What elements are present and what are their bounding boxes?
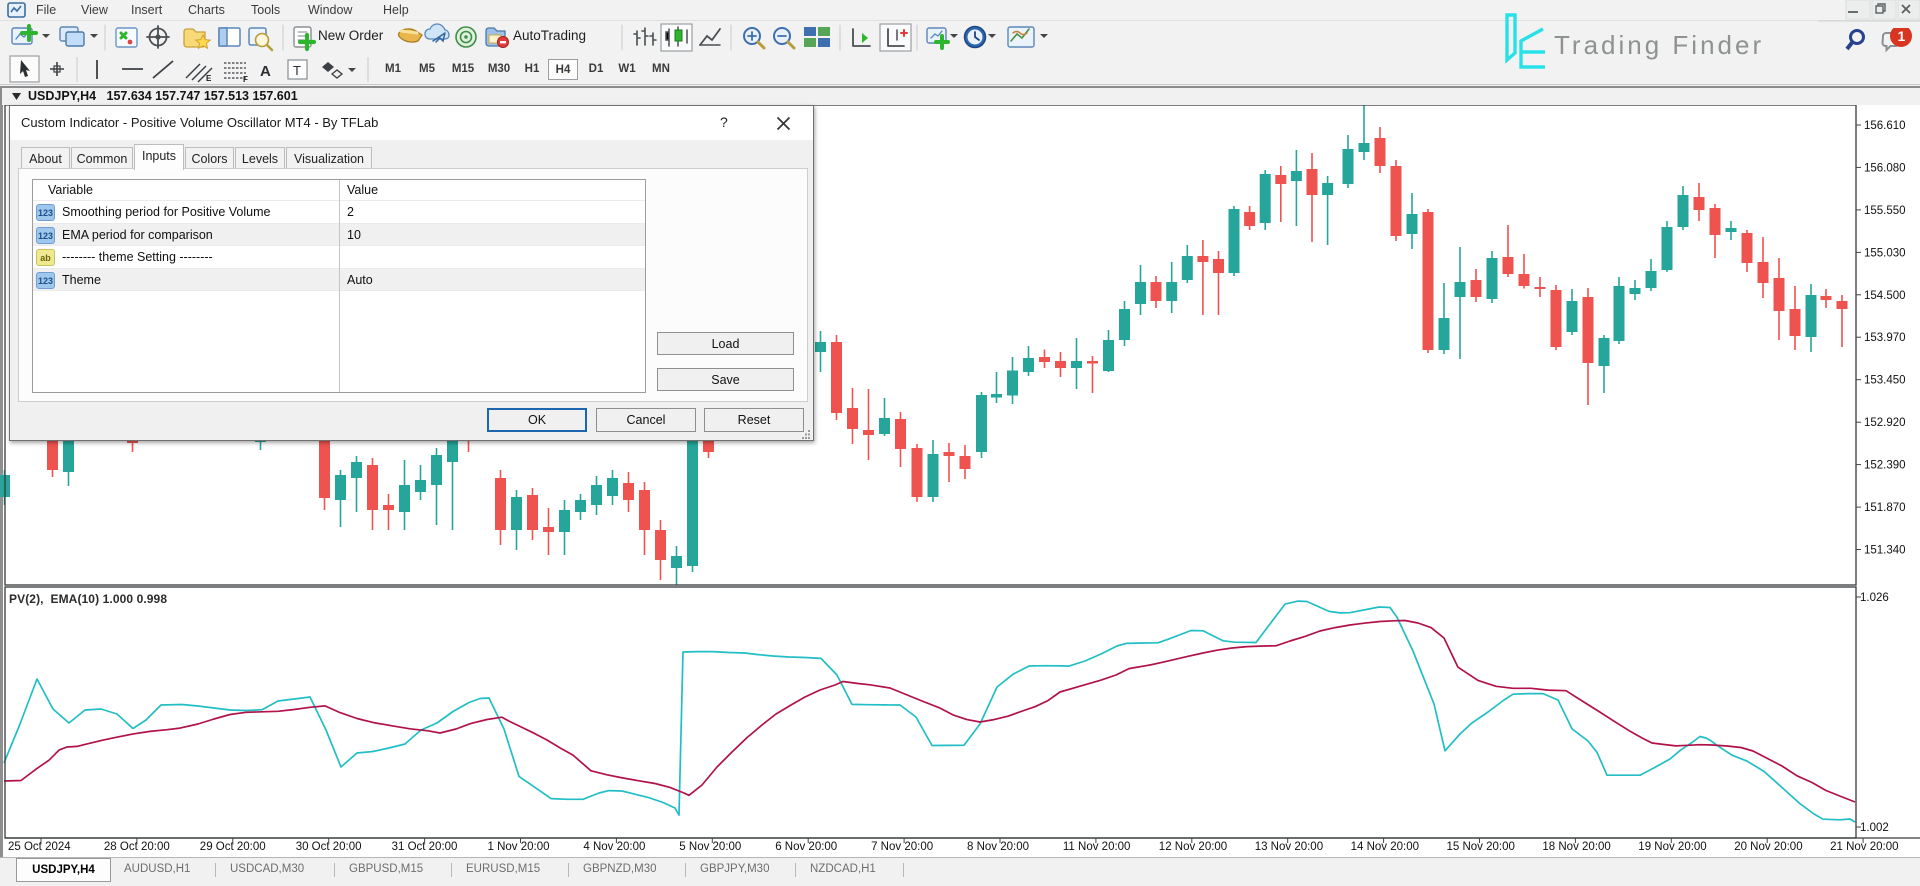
svg-text:6 Nov 20:00: 6 Nov 20:00: [775, 841, 837, 853]
svg-text:14 Nov 20:00: 14 Nov 20:00: [1351, 841, 1419, 853]
svg-text:7 Nov 20:00: 7 Nov 20:00: [871, 841, 933, 853]
svg-text:18 Nov 20:00: 18 Nov 20:00: [1542, 841, 1610, 853]
svg-text:1.026: 1.026: [1860, 592, 1889, 604]
svg-text:20 Nov 20:00: 20 Nov 20:00: [1734, 841, 1802, 853]
svg-text:F: F: [243, 75, 248, 84]
svg-text:E: E: [206, 74, 212, 83]
svg-text:156.610: 156.610: [1864, 120, 1906, 132]
svg-text:11 Nov 20:00: 11 Nov 20:00: [1063, 841, 1131, 853]
svg-text:1.002: 1.002: [1860, 822, 1889, 834]
svg-text:T: T: [293, 63, 301, 78]
svg-text:155.550: 155.550: [1864, 205, 1906, 217]
svg-text:152.390: 152.390: [1864, 460, 1906, 472]
svg-text:154.500: 154.500: [1864, 290, 1906, 302]
svg-text:1: 1: [1898, 28, 1906, 44]
svg-text:21 Nov 20:00: 21 Nov 20:00: [1830, 841, 1898, 853]
svg-text:15 Nov 20:00: 15 Nov 20:00: [1447, 841, 1515, 853]
svg-text:A: A: [260, 63, 271, 80]
svg-text:19 Nov 20:00: 19 Nov 20:00: [1638, 841, 1706, 853]
svg-text:153.450: 153.450: [1864, 375, 1906, 387]
svg-text:13 Nov 20:00: 13 Nov 20:00: [1255, 841, 1323, 853]
svg-text:5 Nov 20:00: 5 Nov 20:00: [679, 841, 741, 853]
svg-text:25 Oct 2024: 25 Oct 2024: [8, 841, 71, 853]
svg-text:156.080: 156.080: [1864, 162, 1906, 174]
svg-text:151.340: 151.340: [1864, 545, 1906, 557]
svg-text:155.030: 155.030: [1864, 247, 1906, 259]
svg-text:4 Nov 20:00: 4 Nov 20:00: [583, 841, 645, 853]
svg-text:1 Nov 20:00: 1 Nov 20:00: [488, 841, 550, 853]
svg-text:151.870: 151.870: [1864, 502, 1906, 514]
svg-text:153.970: 153.970: [1864, 332, 1906, 344]
svg-text:152.920: 152.920: [1864, 417, 1906, 429]
svg-text:8 Nov 20:00: 8 Nov 20:00: [967, 841, 1029, 853]
svg-text:12 Nov 20:00: 12 Nov 20:00: [1159, 841, 1227, 853]
